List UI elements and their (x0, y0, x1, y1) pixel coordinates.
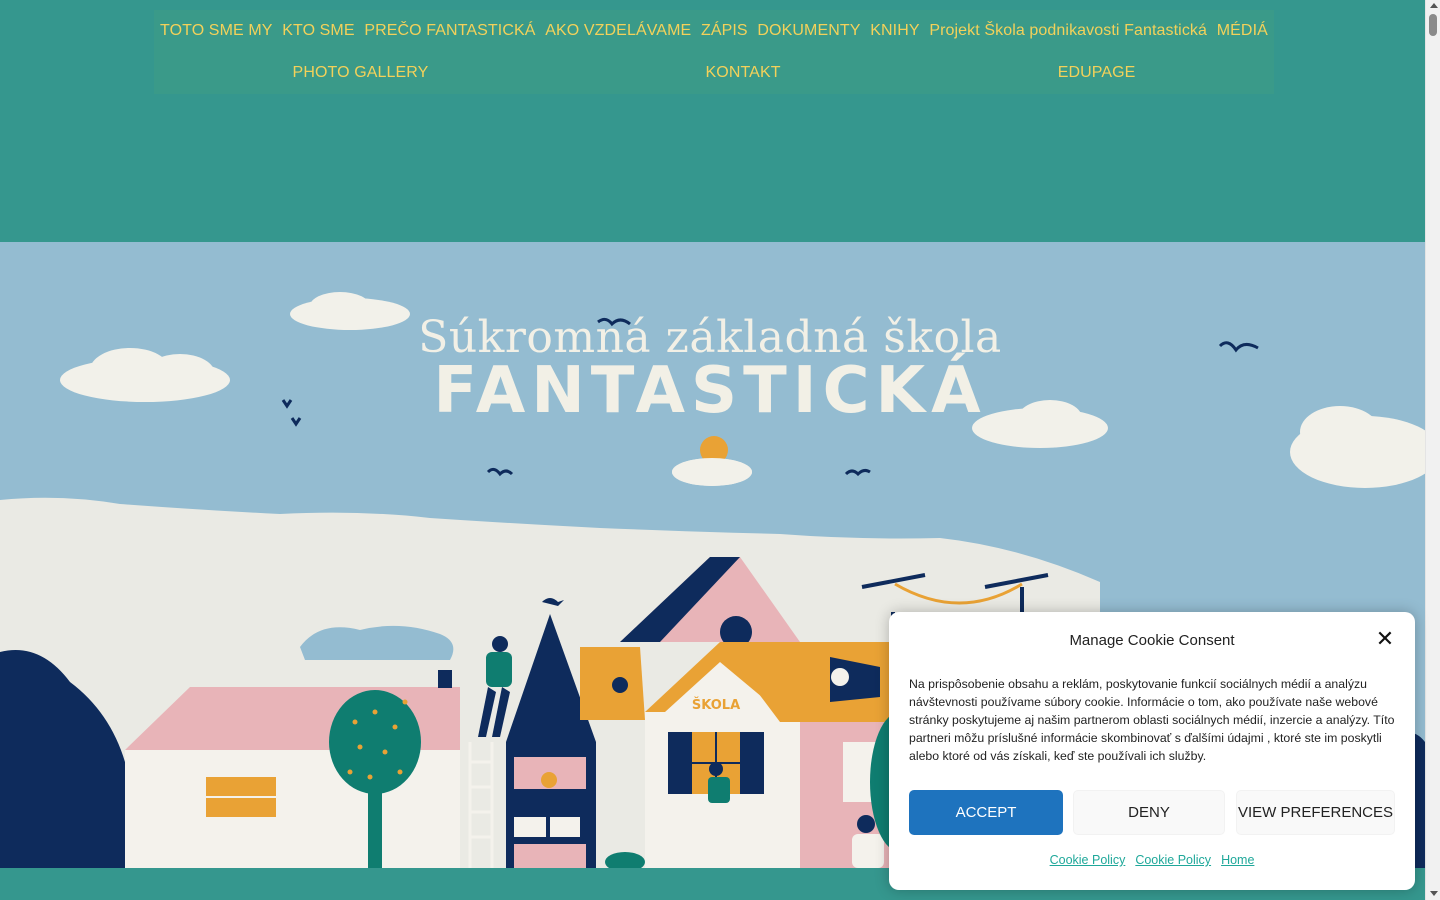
scroll-down-icon[interactable] (1430, 891, 1438, 896)
menu-item-kontakt[interactable]: KONTAKT (706, 64, 781, 82)
cookie-dialog-message: Na prispôsobenie obsahu a reklám, poskyt… (909, 677, 1395, 763)
menu-row-2: PHOTO GALLERY KONTAKT EDUPAGE (154, 52, 1274, 94)
menu-item-projekt-skola-podnikavosti[interactable]: Projekt Škola podnikavosti Fantastická (929, 22, 1207, 40)
page-scrollbar[interactable] (1425, 0, 1440, 900)
header-band: TOTO SME MY KTO SME PREČO FANTASTICKÁ AK… (0, 0, 1425, 242)
tree-left (329, 690, 421, 794)
main-menu: TOTO SME MY KTO SME PREČO FANTASTICKÁ AK… (154, 10, 1274, 94)
menu-item-edupage[interactable]: EDUPAGE (1058, 64, 1136, 82)
menu-item-media[interactable]: MÉDIÁ (1217, 22, 1268, 40)
scrollbar-thumb[interactable] (1429, 14, 1437, 36)
home-link[interactable]: Home (1221, 853, 1254, 867)
view-preferences-button[interactable]: VIEW PREFERENCES (1236, 790, 1395, 835)
close-icon[interactable]: ✕ (1375, 629, 1395, 651)
cookie-policy-link-2[interactable]: Cookie Policy (1135, 853, 1211, 867)
menu-item-zapis[interactable]: ZÁPIS (701, 22, 748, 40)
cookie-dialog-title: Manage Cookie Consent (1069, 632, 1235, 649)
menu-item-photo-gallery[interactable]: PHOTO GALLERY (293, 64, 429, 82)
cookie-links: Cookie Policy Cookie Policy Home (889, 853, 1415, 867)
menu-item-knihy[interactable]: KNIHY (870, 22, 919, 40)
scroll-up-icon[interactable] (1430, 3, 1438, 8)
menu-row-1: TOTO SME MY KTO SME PREČO FANTASTICKÁ AK… (154, 10, 1274, 52)
menu-item-dokumenty[interactable]: DOKUMENTY (757, 22, 860, 40)
menu-item-ako-vzdelavame[interactable]: AKO VZDELÁVAME (545, 22, 691, 40)
accept-button[interactable]: ACCEPT (909, 790, 1063, 835)
menu-item-kto-sme[interactable]: KTO SME (282, 22, 354, 40)
cookie-policy-link[interactable]: Cookie Policy (1050, 853, 1126, 867)
hero-title-line2: FANTASTICKÁ (433, 354, 987, 428)
deny-button[interactable]: DENY (1073, 790, 1225, 835)
menu-item-preco-fantasticka[interactable]: PREČO FANTASTICKÁ (364, 22, 535, 40)
cookie-consent-dialog: Manage Cookie Consent ✕ Na prispôsobenie… (889, 612, 1415, 890)
school-sign: ŠKOLA (692, 697, 740, 713)
menu-item-toto-sme-my[interactable]: TOTO SME MY (160, 22, 273, 40)
